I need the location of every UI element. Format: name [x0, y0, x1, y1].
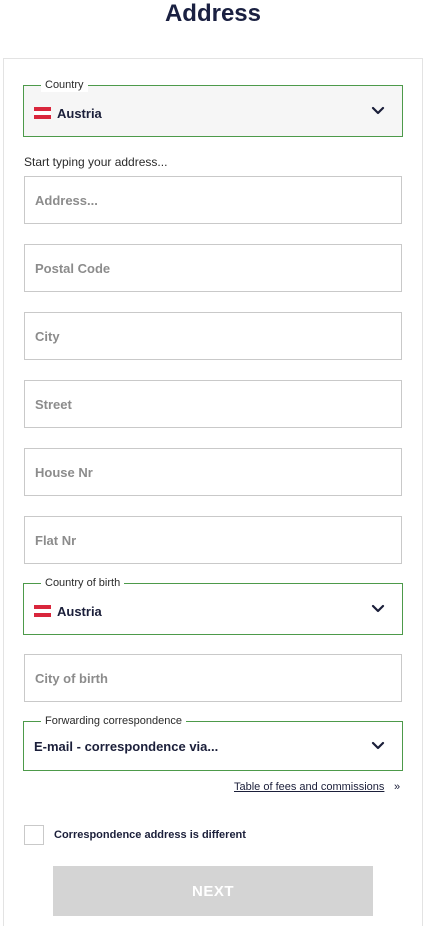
forwarding-value-text: E-mail - correspondence via...: [34, 738, 219, 754]
fees-link-arrow-icon: »: [394, 781, 401, 793]
address-hint: Start typing your address...: [24, 155, 168, 169]
fees-table-link[interactable]: Table of fees and commissions: [234, 781, 384, 793]
forwarding-legend: Forwarding correspondence: [41, 714, 186, 728]
forwarding-value: E-mail - correspondence via...: [34, 737, 218, 755]
country-of-birth-select[interactable]: Country of birth Austria: [23, 576, 403, 635]
city-of-birth-field[interactable]: [24, 654, 402, 702]
country-of-birth-legend: Country of birth: [41, 576, 125, 590]
flat-nr-input[interactable]: [25, 517, 401, 563]
address-input[interactable]: [25, 177, 401, 223]
chevron-down-icon: [371, 106, 385, 115]
city-input[interactable]: [25, 313, 401, 359]
address-field[interactable]: [24, 176, 402, 224]
flat-nr-field[interactable]: [24, 516, 402, 564]
austria-flag-icon: [34, 107, 51, 119]
chevron-down-icon: [371, 604, 385, 613]
correspondence-address-checkbox[interactable]: [24, 825, 44, 845]
forwarding-correspondence-select[interactable]: Forwarding correspondence E-mail - corre…: [23, 714, 403, 771]
country-select[interactable]: Country Austria: [23, 78, 403, 137]
country-legend: Country: [41, 78, 88, 92]
city-of-birth-input[interactable]: [25, 655, 401, 701]
country-of-birth-value: Austria: [34, 602, 102, 620]
country-value-text: Austria: [57, 105, 102, 121]
city-field[interactable]: [24, 312, 402, 360]
austria-flag-icon: [34, 605, 51, 617]
correspondence-address-label[interactable]: Correspondence address is different: [54, 829, 246, 841]
country-value: Austria: [34, 104, 102, 122]
next-button[interactable]: NEXT: [53, 866, 373, 916]
house-nr-field[interactable]: [24, 448, 402, 496]
page-title: Address: [164, 0, 262, 27]
house-nr-input[interactable]: [25, 449, 401, 495]
street-input[interactable]: [25, 381, 401, 427]
postal-code-field[interactable]: [24, 244, 402, 292]
chevron-down-icon: [371, 741, 385, 750]
country-of-birth-value-text: Austria: [57, 603, 102, 619]
street-field[interactable]: [24, 380, 402, 428]
postal-code-input[interactable]: [25, 245, 401, 291]
